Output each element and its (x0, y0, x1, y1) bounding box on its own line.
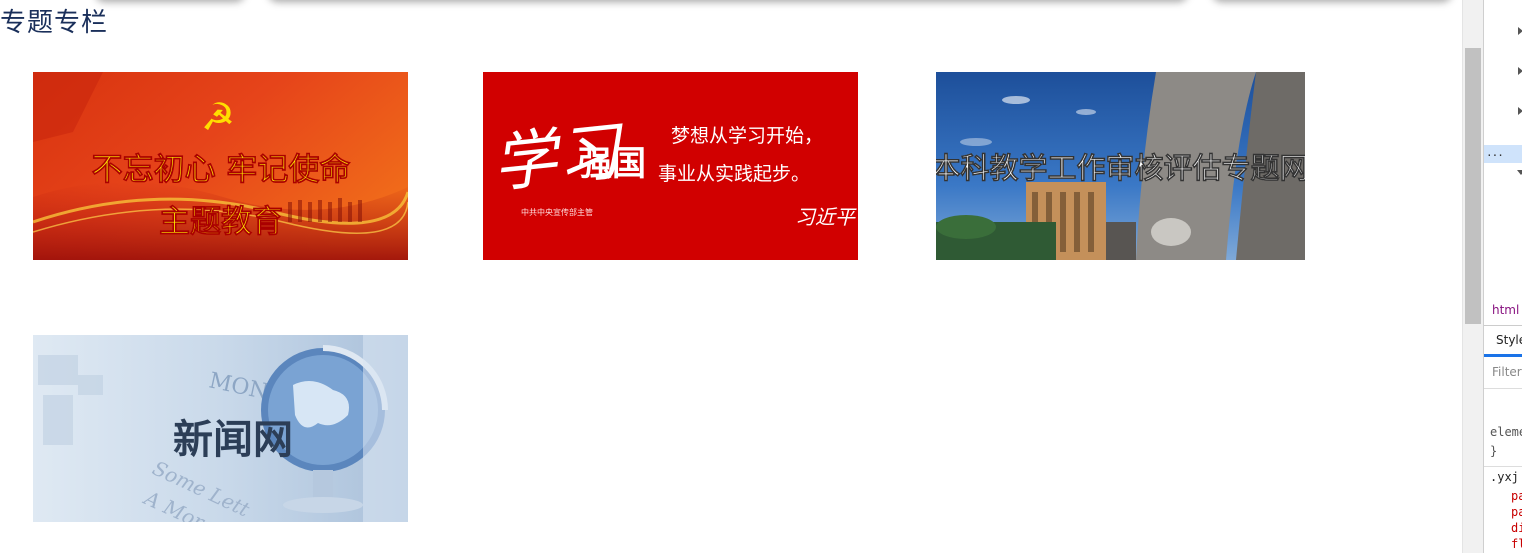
css-property[interactable]: pa (1511, 505, 1522, 519)
xuexi-slogan2: 事业从实践起步。 (658, 163, 810, 185)
page-scrollbar[interactable] (1462, 0, 1483, 553)
section-title: 专题专栏 (0, 8, 109, 38)
tab-active-indicator (1484, 354, 1522, 357)
styles-filter-input[interactable]: Filter (1492, 365, 1522, 379)
devtools-panel: ... html Styles Filter eleme } .yxj pa p… (1483, 0, 1522, 553)
xuexi-brand: 强国 (578, 144, 646, 184)
css-rule-selector: eleme (1490, 425, 1522, 439)
party-emblem-icon: ☭ (201, 95, 235, 139)
ellipsis-icon[interactable]: ... (1486, 146, 1504, 159)
tab-styles[interactable]: Styles (1496, 333, 1522, 347)
css-property[interactable]: pa (1511, 489, 1522, 503)
xuexi-signature: 习近平 (795, 205, 857, 229)
banner-xuexi-image: 学习 强国 中共中央宣传部主管 梦想从学习开始， 事业从实践起步。 习近平 (483, 72, 858, 260)
xuexi-slogan1: 梦想从学习开始， (671, 125, 823, 147)
banner-theme-line2: 主题教育 (159, 204, 283, 240)
banner-news-image: MONEY Some Lett A More 新闻网 (33, 335, 408, 522)
css-property[interactable]: di (1511, 521, 1522, 535)
scrollbar-thumb[interactable] (1465, 48, 1481, 324)
banner-theme-education-image: ☭ 不忘初心 牢记使命 主题教育 (33, 72, 408, 260)
expand-arrow-icon[interactable] (1518, 27, 1522, 35)
banner-evaluation-image: 本科教学工作审核评估专题网 (936, 72, 1305, 260)
banner-evaluation-title: 本科教学工作审核评估专题网 (936, 151, 1305, 185)
css-rule-selector: .yxj (1490, 470, 1519, 484)
banner-undergrad-evaluation[interactable]: 本科教学工作审核评估专题网 (936, 72, 1305, 260)
banner-news[interactable]: MONEY Some Lett A More 新闻网 (33, 335, 408, 522)
banner-news-title: 新闻网 (173, 417, 293, 463)
css-property[interactable]: fl (1511, 537, 1522, 551)
banner-xuexi-qiangguo[interactable]: 学习 强国 中共中央宣传部主管 梦想从学习开始， 事业从实践起步。 习近平 (483, 72, 858, 260)
xuexi-sub: 中共中央宣传部主管 (521, 207, 593, 217)
breadcrumb-html[interactable]: html (1492, 303, 1519, 317)
collapse-arrow-icon[interactable] (1517, 170, 1522, 175)
expand-arrow-icon[interactable] (1518, 67, 1522, 75)
banner-theme-education[interactable]: ☭ 不忘初心 牢记使命 主题教育 (33, 72, 408, 260)
banner-theme-line1: 不忘初心 牢记使命 (92, 152, 352, 188)
css-rule-close: } (1490, 444, 1498, 458)
expand-arrow-icon[interactable] (1518, 107, 1522, 115)
divider (1484, 325, 1522, 326)
divider (1484, 388, 1522, 389)
divider (1484, 466, 1522, 467)
